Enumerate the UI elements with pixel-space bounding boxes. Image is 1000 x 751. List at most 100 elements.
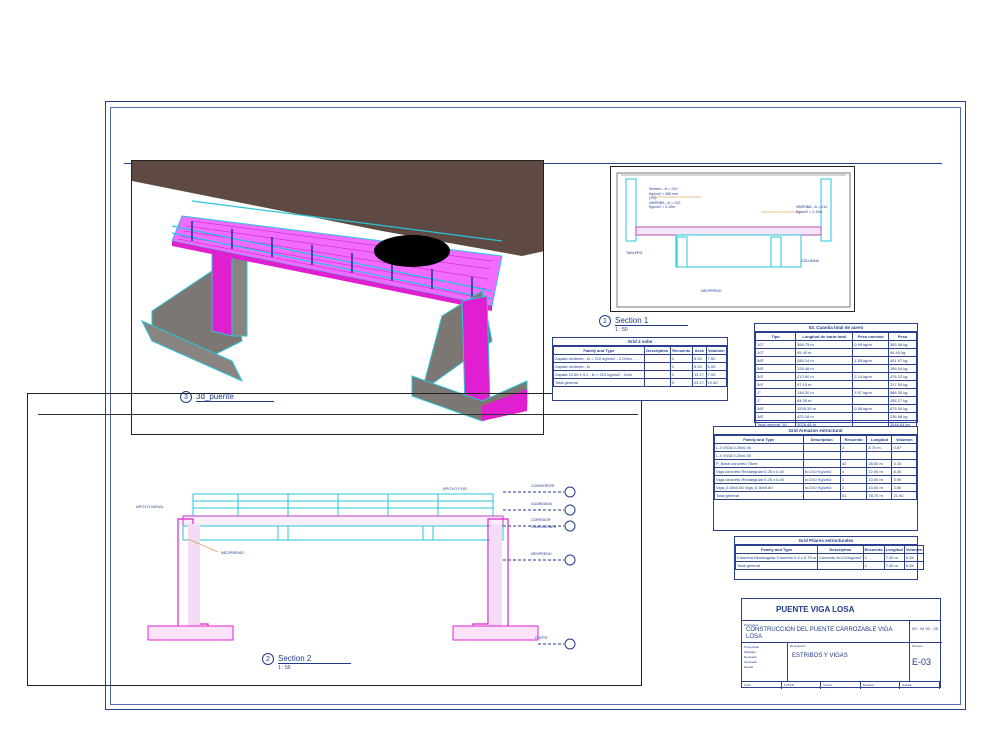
schedule-table: Family and Type Description Recuento Lon…	[714, 435, 917, 500]
column-header: Description	[802, 435, 841, 444]
table-cell: 3/4"	[754, 380, 797, 389]
view-label-section-2: 2 Section 2 1 : 50	[262, 653, 352, 671]
annotation: Kg/cm2 = 2.10m	[649, 205, 676, 209]
sheet-number-field: Número E-03	[910, 643, 942, 681]
table-cell: 0.87	[891, 443, 917, 452]
table-cell: 95.40 m	[795, 348, 854, 357]
table-cell: 3.60	[891, 483, 917, 492]
table-cell: Viga_0.30x0.60 Viga_0.30x0.60	[714, 483, 804, 492]
table-cell: 2.24 kg/m	[852, 372, 889, 381]
footer-cell: Revisión	[861, 682, 901, 689]
table-cell: 0.56 kg/m	[852, 404, 889, 413]
table-cell: 255.27 kg	[887, 396, 918, 405]
neopreno-label: NEOPRENO	[221, 550, 244, 555]
table-cell: P_Base concreto 75cm	[714, 459, 804, 468]
owner-value: CONSTRUCCION DEL PUENTE CARROZABLE VIGA …	[746, 627, 893, 640]
column-header: Longitud de barra total	[795, 332, 854, 341]
table-cell: 126.48 m	[795, 364, 854, 373]
corte-label: CORTE	[535, 636, 548, 640]
schedule-title: Grid Pilares estructurales	[735, 537, 917, 545]
column-header: Recuento	[669, 346, 693, 355]
table-cell: 1"	[754, 396, 797, 405]
level-label: NEOPRENO	[531, 552, 552, 556]
table-cell	[802, 491, 841, 500]
table-cell: 1	[669, 370, 693, 379]
table-cell: Zapata 10.50 x 3.1 - fc = 210 kg/cm2 - 2…	[553, 370, 645, 379]
table-cell	[643, 362, 671, 371]
table-cell: Concreto fc=210kg/cm2	[817, 553, 864, 562]
schedule-title: Grid Armazon estructural	[714, 427, 917, 435]
view-number: 1	[599, 315, 611, 327]
table-cell: 1"	[754, 388, 797, 397]
table-cell: fc=210 Kg/cm2	[802, 467, 841, 476]
table-cell: 23.17	[691, 378, 707, 387]
schedule-foundations[interactable]: Grid 2 sobs Family and Type Description …	[552, 337, 728, 401]
view-label-section-1: 1 Section 1 1 : 50	[599, 315, 689, 333]
table-row: Total general 2 7.30 m 6.63	[734, 561, 925, 570]
schedule-structural-columns[interactable]: Grid Pilares estructurales Family and Ty…	[734, 536, 925, 580]
table-cell: 196.04 kg	[887, 364, 918, 373]
section-2-drawing	[147, 486, 576, 650]
table-cell: 6.63	[903, 561, 925, 570]
column-header: Family and Type	[553, 346, 645, 355]
table-cell	[852, 396, 889, 405]
table-cell	[643, 354, 671, 363]
table-cell	[643, 378, 671, 387]
table-cell: 4	[839, 467, 868, 476]
footer-cell: Fecha	[821, 682, 861, 689]
sheet-number-label: Número	[912, 644, 923, 648]
table-cell: 2	[839, 483, 868, 492]
table-cell: 2	[839, 443, 868, 452]
annotation: TABLERO	[626, 251, 643, 255]
schedule-rebar[interactable]: 03. Cuantia total de acero Tipo Longitud…	[754, 323, 918, 429]
table-cell: 28.00 m	[866, 459, 893, 468]
table-cell: 5.00	[705, 362, 728, 371]
table-cell: 423.18 m	[795, 412, 854, 421]
table-cell	[643, 370, 671, 379]
level-label: CORRIDOR	[531, 518, 551, 522]
table-cell: 1	[669, 354, 693, 363]
table-cell: 441.97 kg	[887, 356, 918, 365]
table-cell: Total general	[714, 491, 804, 500]
table-cell: 217.50 kg	[887, 380, 918, 389]
viewport-section-2[interactable]: APOYO MOVIL APOYO FIJO NEOPRENO CONVIERN…	[27, 393, 642, 686]
table-cell: 148.20 m	[795, 388, 854, 397]
table-row: Total general 51 78.70 m 21.92	[714, 491, 917, 500]
column-header: Peso nominal	[852, 332, 889, 341]
table-cell: 3	[669, 378, 693, 387]
table-cell: 78.70 m	[866, 491, 893, 500]
table-row: Viga concreto Rectangular 0.25 x 0.40 fc=…	[714, 467, 917, 476]
table-cell: fc=210 Kg/cm2	[802, 483, 841, 492]
view-number: 2	[262, 653, 274, 665]
view-scale: 1 : 50	[278, 665, 291, 671]
table-row: 5/8" 285.14 m 1.55 kg/m 441.97 kg	[754, 356, 918, 365]
table-cell: Zapata cimiento - fc = 210 kg/cm2 - 2.00…	[553, 354, 645, 363]
table-cell: 94.45 kg	[887, 348, 918, 357]
table-cell: 42	[839, 459, 868, 468]
table-cell: 1	[669, 362, 693, 371]
table-cell	[817, 561, 864, 570]
schedule-structural-framing[interactable]: Grid Armazon estructural Family and Type…	[713, 426, 918, 531]
table-cell: 1.55 kg/m	[852, 356, 889, 365]
table-cell: Viga concreto Rectangular 0.25 x 0.40	[714, 475, 804, 484]
table-cell: Total general	[734, 561, 819, 570]
table-cell: 13.17	[691, 370, 707, 379]
table-cell: Viga concreto Rectangular 0.25 x 0.40	[714, 467, 804, 476]
column-header: Description	[817, 545, 864, 554]
table-cell: 2	[862, 561, 885, 570]
viewport-section-1[interactable]: Mortero - fc = 210 Kg/cm2 = 280 mm (1:5)…	[610, 166, 855, 312]
apoyo-fijo-label: APOYO FIJO	[443, 486, 468, 491]
column-header: Longitud	[883, 545, 905, 554]
name-row: Escala	[744, 665, 754, 669]
date-field: 03 - 04 02 - 05	[910, 621, 942, 643]
section-1-annotations-right: VARRIBA - fc = 210 Kg/cm2 = 2.10m	[796, 205, 846, 214]
table-cell: 365.06 kg	[887, 340, 918, 349]
names-field: Proyectado Dibujado Revisado Aprobado Es…	[742, 643, 788, 681]
table-cell: 8.40	[891, 467, 917, 476]
table-cell: 64.30 m	[795, 396, 854, 405]
table-cell: fc=210 Kg/cm2	[802, 475, 841, 484]
table-row: Zapata 10.50 x 3.1 - fc = 210 kg/cm2 - 2…	[553, 370, 728, 379]
table-row: 1" 64.30 m 255.27 kg	[754, 396, 918, 405]
table-cell: 588.35 kg	[887, 388, 918, 397]
description-field: Descripción ESTRIBOS Y VIGAS	[788, 643, 910, 681]
